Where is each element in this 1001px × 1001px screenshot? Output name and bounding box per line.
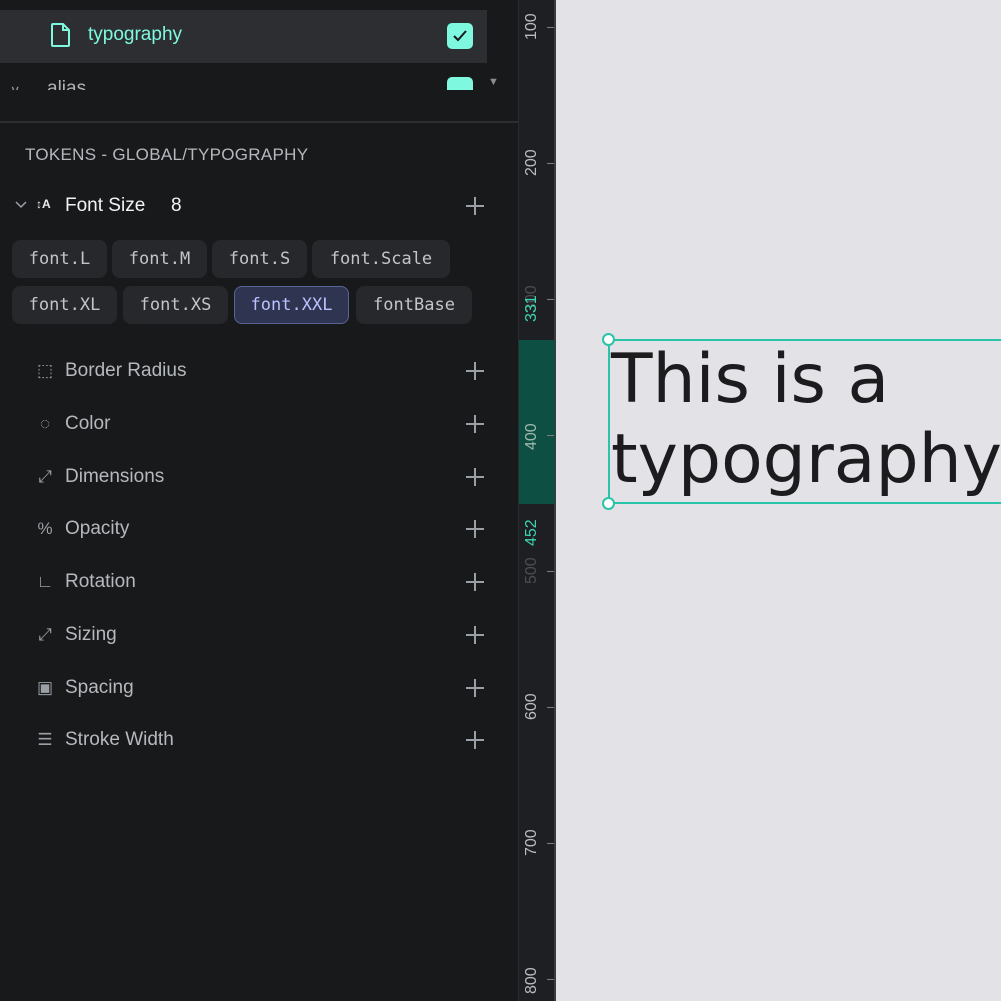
chevron-down-icon[interactable]: ∨ <box>10 82 20 90</box>
token-group-label: Spacing <box>65 677 134 698</box>
panel-divider[interactable] <box>0 121 518 123</box>
token-chip[interactable]: font.L <box>12 240 107 278</box>
ruler-tick <box>547 27 554 28</box>
ruler-label: 500 <box>523 557 540 584</box>
opacity-icon: % <box>37 519 53 538</box>
token-chip[interactable]: font.XS <box>123 286 228 324</box>
token-group-row[interactable]: ⤢ Dimensions <box>0 458 518 498</box>
font-size-icon: ↕A <box>36 197 51 211</box>
chevron-down-icon[interactable] <box>15 200 27 210</box>
token-chip[interactable]: font.M <box>112 240 207 278</box>
vertical-ruler[interactable]: 100 200 300 331 400 452 500 600 700 800 <box>518 0 556 1001</box>
token-group-row[interactable]: ⤢ Sizing <box>0 616 518 656</box>
token-group-label: Color <box>65 413 111 434</box>
caret-down-icon[interactable]: ▼ <box>488 76 499 88</box>
add-token-button[interactable] <box>466 573 484 591</box>
add-token-button[interactable] <box>466 626 484 644</box>
stroke-width-icon: ☰ <box>37 730 53 749</box>
color-drop-icon: ◌ <box>39 414 51 433</box>
ruler-selection-band <box>519 340 555 504</box>
ruler-label: 400 <box>523 423 540 450</box>
ruler-label: 100 <box>523 13 540 40</box>
token-group-row[interactable]: ∟ Rotation <box>0 563 518 603</box>
file-icon <box>51 23 70 47</box>
token-set-name: typography <box>88 24 183 45</box>
border-radius-icon: ⬚ <box>36 361 54 380</box>
token-group-label: Border Radius <box>65 360 187 381</box>
ruler-tick <box>547 707 554 708</box>
ruler-selection-end: 452 <box>523 519 540 546</box>
token-chip[interactable]: font.XL <box>12 286 117 324</box>
ruler-label: 600 <box>523 693 540 720</box>
group-count: 8 <box>171 195 182 216</box>
ruler-selection-start: 331 <box>523 295 540 322</box>
rotation-icon: ∟ <box>36 572 54 591</box>
ruler-tick <box>547 843 554 844</box>
ruler-tick <box>547 163 554 164</box>
ruler-label: 800 <box>523 967 540 994</box>
token-set-checkbox[interactable] <box>447 23 473 49</box>
ruler-tick <box>547 299 554 300</box>
token-group-label: Rotation <box>65 571 136 592</box>
tokens-panel: typography ∨ alias ▼ TOKENS - GLOBAL/TYP… <box>0 0 518 1001</box>
token-group-row[interactable]: ⬚ Border Radius <box>0 352 518 392</box>
token-group-label: Sizing <box>65 624 117 645</box>
token-group-row[interactable]: ☰ Stroke Width <box>0 721 518 761</box>
token-set-checkbox[interactable] <box>447 77 473 90</box>
token-chip[interactable]: font.S <box>212 240 307 278</box>
ruler-tick <box>547 571 554 572</box>
token-set-list: typography ∨ alias ▼ <box>0 0 518 122</box>
token-group-row[interactable]: % Opacity <box>0 510 518 550</box>
token-set-row-alias[interactable]: ∨ alias ▼ <box>0 70 518 90</box>
token-chip-selected[interactable]: font.XXL <box>234 286 349 324</box>
add-token-button[interactable] <box>466 731 484 749</box>
design-canvas[interactable]: This is a typography <box>556 0 1001 1001</box>
sizing-icon: ⤢ <box>38 625 52 644</box>
ruler-tick <box>547 979 554 980</box>
token-set-row-typography[interactable] <box>0 10 487 63</box>
add-token-button[interactable] <box>466 197 484 215</box>
token-group-row[interactable]: ▣ Spacing <box>0 669 518 709</box>
ruler-label: 700 <box>523 829 540 856</box>
token-group-label: Opacity <box>65 518 130 539</box>
group-label-font-size[interactable]: Font Size <box>65 195 145 217</box>
add-token-button[interactable] <box>466 679 484 697</box>
add-token-button[interactable] <box>466 415 484 433</box>
dimensions-icon: ⤢ <box>38 467 52 486</box>
add-token-button[interactable] <box>466 362 484 380</box>
token-set-name: alias <box>47 78 87 90</box>
token-group-label: Stroke Width <box>65 729 174 750</box>
token-group-row[interactable]: ◌ Color <box>0 405 518 445</box>
token-group-label: Dimensions <box>65 466 165 487</box>
ruler-tick <box>547 435 554 436</box>
token-chip[interactable]: fontBase <box>356 286 472 324</box>
add-token-button[interactable] <box>466 468 484 486</box>
resize-handle-top-left[interactable] <box>602 333 615 346</box>
spacing-icon: ▣ <box>36 678 54 697</box>
token-chip[interactable]: font.Scale <box>312 240 450 278</box>
section-title: TOKENS - GLOBAL/TYPOGRAPHY <box>25 145 309 164</box>
selection-box[interactable] <box>608 339 1001 504</box>
add-token-button[interactable] <box>466 520 484 538</box>
check-icon <box>453 30 467 42</box>
ruler-label: 200 <box>523 149 540 176</box>
resize-handle-bottom-left[interactable] <box>602 497 615 510</box>
